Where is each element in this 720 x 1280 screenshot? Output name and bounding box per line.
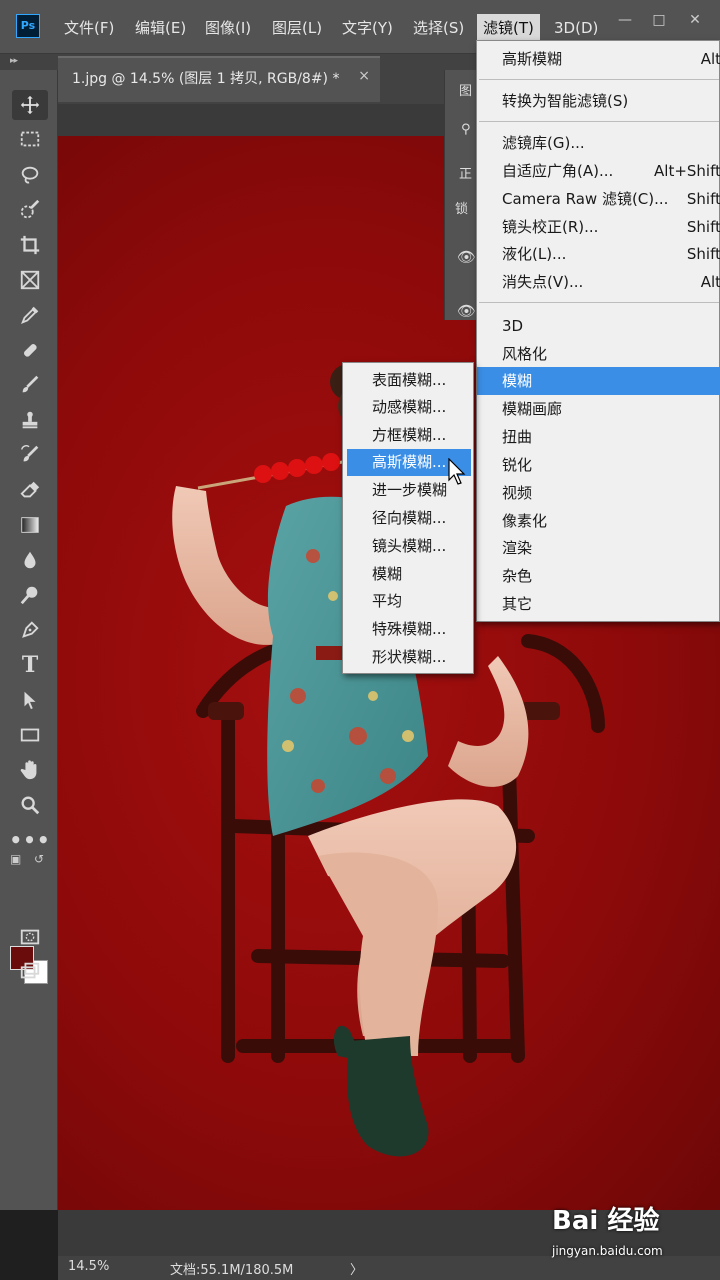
blur-submenu: 表面模糊... 动感模糊... 方框模糊... 高斯模糊... 进一步模糊 径向… (342, 362, 474, 674)
photoshop-logo-icon: Ps (16, 14, 40, 38)
filter-gallery[interactable]: 滤镜库(G)... (477, 129, 720, 157)
filter-blur[interactable]: 模糊 (477, 367, 720, 395)
clone-stamp-tool-icon[interactable] (12, 405, 48, 435)
menu-separator (479, 121, 719, 122)
default-colors-icon[interactable]: ▣ (10, 852, 21, 866)
layers-panel-strip: 图 ⚲ 正 锁 👁 👁 (444, 70, 478, 320)
marquee-tool-icon[interactable] (12, 124, 48, 154)
quick-mask-icon[interactable] (12, 922, 48, 952)
status-menu-arrow-icon[interactable]: 〉 (350, 1259, 363, 1278)
filter-blur-gallery[interactable]: 模糊画廊 (477, 395, 720, 423)
zoom-level[interactable]: 14.5% (68, 1259, 109, 1274)
tools-panel: T ••• ▣ ↺ (0, 70, 58, 1210)
type-tool-icon[interactable]: T (12, 650, 48, 680)
filter-camera-raw[interactable]: Camera Raw 滤镜(C)... Shift (477, 185, 720, 213)
menu-layer[interactable]: 图层(L) (272, 16, 322, 40)
brush-tool-icon[interactable] (12, 370, 48, 400)
minimize-icon[interactable]: — (612, 10, 638, 30)
menu-separator (479, 79, 719, 80)
baidu-watermark: Bai 经验 jingyan.baidu.com (552, 1200, 712, 1266)
collapse-arrows-icon[interactable]: ▸▸ (10, 56, 18, 66)
menu-type[interactable]: 文字(Y) (342, 16, 393, 40)
zoom-tool-icon[interactable] (12, 790, 48, 820)
filter-convert-smart[interactable]: 转换为智能滤镜(S) (477, 87, 720, 115)
eraser-tool-icon[interactable] (12, 475, 48, 505)
filter-noise[interactable]: 杂色 (477, 562, 720, 590)
screen-mode-icon[interactable] (12, 956, 48, 986)
hand-tool-icon[interactable] (12, 755, 48, 785)
mouse-cursor-icon (448, 458, 466, 485)
filter-other[interactable]: 其它 (477, 590, 720, 618)
lock-label: 锁 (455, 202, 469, 217)
lasso-tool-icon[interactable] (12, 160, 48, 190)
blur-average[interactable]: 平均 (343, 588, 475, 615)
blur-box[interactable]: 方框模糊... (343, 422, 475, 449)
rectangle-tool-icon[interactable] (12, 720, 48, 750)
document-tab-title: 1.jpg @ 14.5% (图层 1 拷贝, RGB/8#) * (72, 71, 340, 87)
menu-separator (479, 302, 719, 303)
blur-surface[interactable]: 表面模糊... (343, 367, 475, 394)
baidu-url: jingyan.baidu.com (552, 1244, 663, 1258)
pen-tool-icon[interactable] (12, 615, 48, 645)
filter-last-gaussian-blur[interactable]: 高斯模糊 Alt (477, 45, 720, 73)
blur-simple[interactable]: 模糊 (343, 561, 475, 588)
blur-smart[interactable]: 特殊模糊... (343, 616, 475, 643)
filter-stylize[interactable]: 风格化 (477, 340, 720, 368)
document-size: 文档:55.1M/180.5M (170, 1263, 294, 1278)
menu-filter[interactable]: 滤镜(T) (477, 14, 540, 42)
menu-file[interactable]: 文件(F) (64, 16, 114, 40)
filter-sharpen[interactable]: 锐化 (477, 451, 720, 479)
filter-lens-correction[interactable]: 镜头校正(R)... Shift (477, 213, 720, 241)
filter-3d[interactable]: 3D (477, 312, 720, 340)
menu-select[interactable]: 选择(S) (413, 16, 464, 40)
maximize-icon[interactable]: □ (646, 10, 672, 30)
filter-pixelate[interactable]: 像素化 (477, 507, 720, 535)
blur-shape[interactable]: 形状模糊... (343, 644, 475, 671)
eyedropper-tool-icon[interactable] (12, 300, 48, 330)
blur-motion[interactable]: 动感模糊... (343, 394, 475, 421)
crop-tool-icon[interactable] (12, 230, 48, 260)
healing-brush-tool-icon[interactable] (12, 335, 48, 365)
filter-liquify[interactable]: 液化(L)... Shift (477, 240, 720, 268)
baidu-logo: Bai 经验 (552, 1206, 660, 1236)
filter-video[interactable]: 视频 (477, 479, 720, 507)
path-selection-tool-icon[interactable] (12, 685, 48, 715)
history-brush-tool-icon[interactable] (12, 440, 48, 470)
move-tool-icon[interactable] (12, 90, 48, 120)
filter-render[interactable]: 渲染 (477, 534, 720, 562)
menu-edit[interactable]: 编辑(E) (135, 16, 186, 40)
menu-image[interactable]: 图像(I) (205, 16, 251, 40)
filter-adaptive-wide-angle[interactable]: 自适应广角(A)... Alt+Shift (477, 157, 720, 185)
close-window-icon[interactable]: ✕ (682, 10, 708, 30)
blend-mode-label[interactable]: 正 (459, 163, 472, 182)
blur-radial[interactable]: 径向模糊... (343, 505, 475, 532)
visibility-eye-icon[interactable]: 👁 (457, 248, 476, 266)
panel-label: 图 (459, 84, 473, 99)
more-tools-icon[interactable]: ••• (9, 825, 49, 855)
filter-vanishing-point[interactable]: 消失点(V)... Alt (477, 268, 720, 296)
swap-colors-icon[interactable]: ↺ (34, 852, 44, 866)
blur-lens[interactable]: 镜头模糊... (343, 533, 475, 560)
filter-menu-dropdown: 高斯模糊 Alt 转换为智能滤镜(S) 滤镜库(G)... 自适应广角(A)...… (476, 40, 720, 622)
filter-distort[interactable]: 扭曲 (477, 423, 720, 451)
dodge-tool-icon[interactable] (12, 580, 48, 610)
blur-tool-icon[interactable] (12, 545, 48, 575)
quick-select-tool-icon[interactable] (12, 195, 48, 225)
visibility-eye-icon-2[interactable]: 👁 (457, 302, 476, 320)
tab-close-icon[interactable]: × (358, 68, 370, 84)
gradient-tool-icon[interactable] (12, 510, 48, 540)
document-tab[interactable]: 1.jpg @ 14.5% (图层 1 拷贝, RGB/8#) * × (58, 56, 380, 102)
menu-3d[interactable]: 3D(D) (554, 16, 598, 40)
frame-tool-icon[interactable] (12, 265, 48, 295)
search-icon[interactable]: ⚲ (461, 122, 471, 137)
